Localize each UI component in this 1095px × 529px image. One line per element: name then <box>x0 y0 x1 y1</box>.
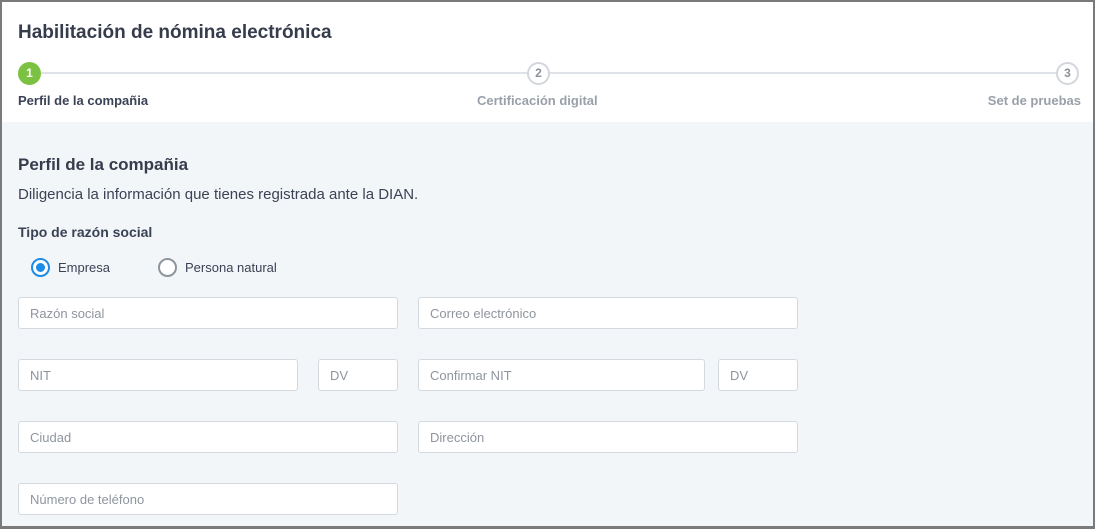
radio-checked-icon[interactable] <box>31 257 50 277</box>
address-input[interactable] <box>418 421 798 453</box>
radio-empresa[interactable]: Empresa <box>31 256 110 278</box>
company-profile-form: Perfil de la compañia Diligencia la info… <box>2 122 1093 526</box>
section-title: Perfil de la compañia <box>18 155 189 174</box>
email-input[interactable] <box>418 297 798 329</box>
step-3-label[interactable]: Set de pruebas <box>988 93 1081 108</box>
razon-social-type-label: Tipo de razón social <box>18 224 153 240</box>
step-2-indicator[interactable]: 2 <box>527 62 550 85</box>
dv-input[interactable] <box>318 359 398 391</box>
step-3-indicator[interactable]: 3 <box>1056 62 1079 85</box>
section-description: Diligencia la información que tienes reg… <box>18 186 419 203</box>
razon-social-input[interactable] <box>18 297 398 329</box>
window-frame: Habilitación de nómina electrónica 1 2 3… <box>0 0 1095 529</box>
nit-input[interactable] <box>18 359 298 391</box>
radio-persona-natural[interactable]: Persona natural <box>158 256 277 278</box>
confirm-dv-input[interactable] <box>718 359 798 391</box>
step-2-label[interactable]: Certificación digital <box>477 93 598 108</box>
wizard-header: Habilitación de nómina electrónica 1 2 3… <box>2 2 1093 122</box>
confirm-nit-input[interactable] <box>418 359 705 391</box>
radio-empresa-label: Empresa <box>58 259 111 275</box>
step-1-indicator[interactable]: 1 <box>18 62 41 85</box>
step-1-label[interactable]: Perfil de la compañia <box>18 93 148 108</box>
city-input[interactable] <box>18 421 398 453</box>
radio-unchecked-icon[interactable] <box>158 257 177 277</box>
radio-persona-natural-label: Persona natural <box>185 259 277 275</box>
page-title: Habilitación de nómina electrónica <box>18 22 332 43</box>
phone-input[interactable] <box>18 483 398 515</box>
